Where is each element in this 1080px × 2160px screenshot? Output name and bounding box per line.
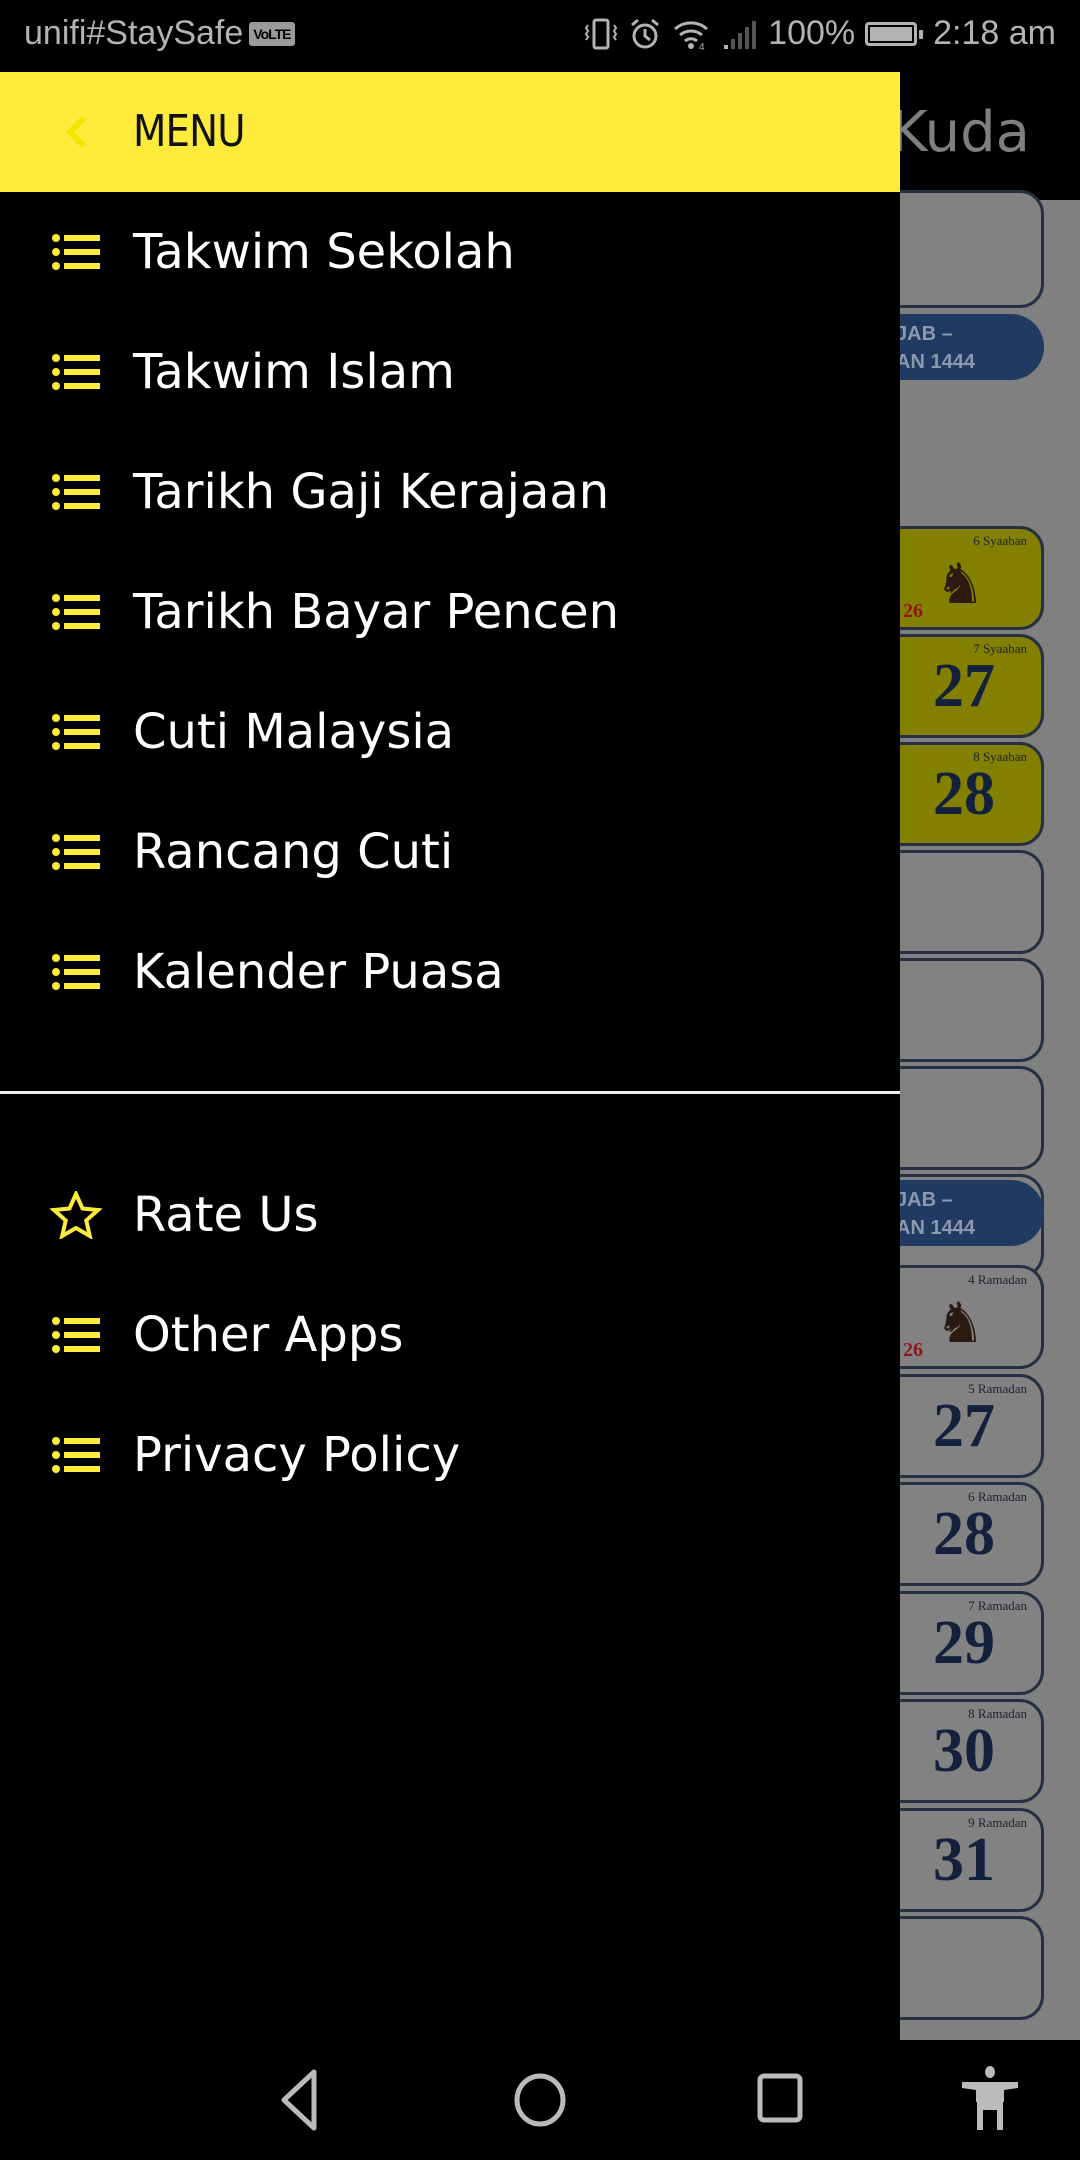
hijri-date: 6 Syaaban [973, 533, 1027, 548]
recents-icon[interactable] [740, 2064, 820, 2136]
wifi-icon: 4 [674, 20, 709, 51]
menu-item-label: Tarikh Bayar Pencen [133, 584, 620, 640]
list-icon [52, 954, 100, 990]
horse-icon: ♞ [935, 1291, 986, 1354]
status-bar: unifi#StaySafe VoLTE 4 100% 2:18 am [0, 0, 1080, 72]
list-icon [52, 594, 100, 630]
menu-item-label: Other Apps [133, 1307, 404, 1363]
menu-item-kalender-puasa[interactable]: Kalender Puasa [0, 917, 900, 1027]
battery-percent: 100% [768, 14, 856, 52]
drawer-title: MENU [133, 106, 246, 157]
alarm-icon [631, 18, 660, 48]
menu-item-label: Cuti Malaysia [133, 704, 455, 760]
star-icon [50, 1191, 102, 1239]
horse-icon: ♞ [935, 552, 986, 615]
carrier-name: unifi#StaySafe [24, 14, 244, 52]
menu-item-takwim-islam[interactable]: Takwim Islam [0, 317, 900, 427]
list-icon [52, 1437, 100, 1473]
svg-text:4: 4 [699, 42, 705, 51]
list-icon [52, 714, 100, 750]
menu-item-takwim-sekolah[interactable]: Takwim Sekolah [0, 197, 900, 307]
home-icon[interactable] [500, 2064, 580, 2136]
clock: 2:18 am [933, 14, 1056, 52]
list-icon [52, 234, 100, 270]
holiday-day-number: 26 [903, 600, 923, 622]
day-number: 27 [933, 652, 995, 720]
menu-item-tarikh-bayar-pencen[interactable]: Tarikh Bayar Pencen [0, 557, 900, 667]
vibrate-icon [584, 18, 618, 49]
list-icon [52, 834, 100, 870]
menu-item-label: Privacy Policy [133, 1427, 461, 1483]
background-app-title: Kuda [890, 100, 1030, 165]
navigation-drawer: MENU Takwim Sekolah Takwim Islam Tarikh Ga… [0, 72, 900, 2040]
list-icon [52, 474, 100, 510]
system-nav-bar [0, 2040, 1080, 2160]
day-number: 27 [933, 1391, 995, 1460]
holiday-day-number: 26 [903, 1339, 923, 1361]
volte-badge: VoLTE [249, 21, 295, 46]
menu-item-privacy-policy[interactable]: Privacy Policy [0, 1400, 900, 1510]
list-icon [52, 354, 100, 390]
menu-item-label: Tarikh Gaji Kerajaan [133, 464, 610, 520]
back-icon[interactable] [262, 2064, 342, 2136]
day-number: 28 [933, 760, 995, 828]
menu-item-other-apps[interactable]: Other Apps [0, 1280, 900, 1390]
menu-item-rate-us[interactable]: Rate Us [0, 1160, 900, 1270]
chevron-left-icon[interactable] [62, 114, 88, 150]
day-number: 31 [933, 1825, 995, 1894]
list-icon [52, 1317, 100, 1353]
day-number: 30 [933, 1717, 995, 1785]
menu-divider [0, 1091, 900, 1094]
day-number: 28 [933, 1500, 995, 1568]
battery-icon [865, 21, 924, 46]
menu-item-label: Rate Us [133, 1187, 319, 1243]
signal-icon [724, 20, 757, 49]
menu-item-cuti-malaysia[interactable]: Cuti Malaysia [0, 677, 900, 787]
menu-item-label: Kalender Puasa [133, 944, 504, 1000]
menu-item-rancang-cuti[interactable]: Rancang Cuti [0, 797, 900, 907]
menu-item-label: Takwim Islam [133, 344, 455, 400]
menu-item-label: Rancang Cuti [133, 824, 454, 880]
menu-item-label: Takwim Sekolah [133, 224, 515, 280]
menu-item-tarikh-gaji-kerajaan[interactable]: Tarikh Gaji Kerajaan [0, 437, 900, 547]
drawer-header: MENU [0, 72, 900, 192]
day-number: 29 [933, 1608, 995, 1677]
hijri-date: 4 Ramadan [968, 1272, 1027, 1287]
accessibility-icon[interactable] [950, 2064, 1030, 2136]
